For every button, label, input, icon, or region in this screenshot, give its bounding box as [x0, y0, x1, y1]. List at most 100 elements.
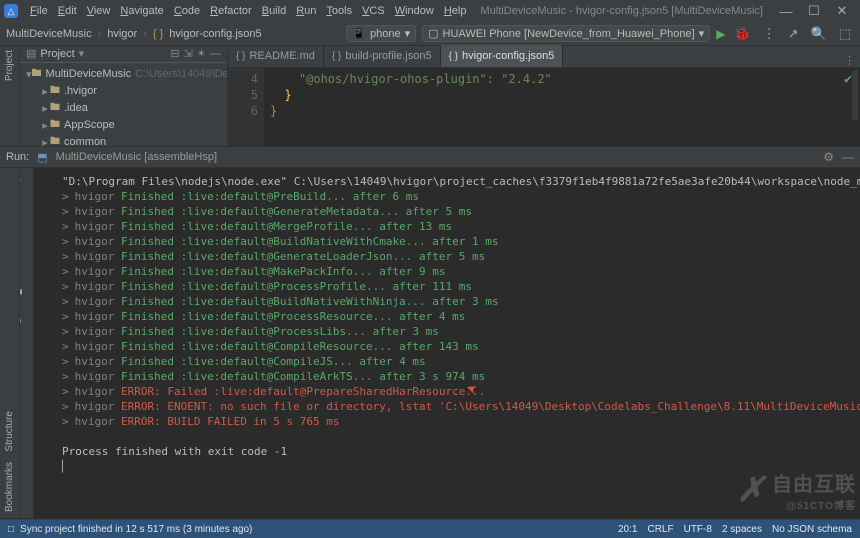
app-icon: △	[4, 4, 18, 18]
maximize-icon[interactable]: ☐	[800, 3, 828, 19]
project-panel-header: ▤ Project ▾ ⊟ ⇲ ✶ —	[20, 46, 227, 63]
editor-tab-label: build-profile.json5	[345, 50, 431, 62]
debug-button[interactable]: 🐞	[731, 26, 753, 42]
toolbar-icon[interactable]: ↗	[785, 26, 802, 42]
bookmarks-tool-tab[interactable]: Bookmarks	[4, 462, 15, 512]
tree-item-label: .hvigor	[64, 85, 97, 97]
sync-status-banner: □ Sync project finished in 12 s 517 ms (…	[0, 520, 860, 538]
more-tabs-icon[interactable]: ⋮	[839, 54, 860, 67]
left-tool-strip: Project	[0, 46, 20, 146]
menu-code[interactable]: Code	[169, 3, 205, 19]
project-tool-tab[interactable]: Project	[4, 50, 15, 81]
tree-item[interactable]: ▸🖿.idea	[20, 100, 227, 117]
console-line: >hvigor Finished :live:default@BuildNati…	[62, 234, 852, 249]
tree-arrow-icon[interactable]: ▸	[40, 102, 50, 115]
settings-icon[interactable]: ⬚	[836, 26, 854, 42]
chevron-down-icon: ▾	[405, 27, 411, 40]
close-icon[interactable]: ✕	[828, 3, 856, 19]
editor-tab[interactable]: { }README.md	[228, 45, 324, 67]
device-selector[interactable]: 📱 phone ▾	[346, 25, 416, 42]
status-segment[interactable]: UTF-8	[684, 524, 712, 535]
project-panel-title[interactable]: Project	[40, 48, 74, 60]
target-selector-label: HUAWEI Phone [NewDevice_from_Huawei_Phon…	[443, 28, 695, 40]
menu-window[interactable]: Window	[390, 3, 439, 19]
sync-status-text: Sync project finished in 12 s 517 ms (3 …	[20, 524, 252, 535]
project-tree[interactable]: ▾🖿MultiDeviceMusicC:\Users\14049\Desktop…	[20, 63, 227, 146]
console-line: >hvigor Finished :live:default@CompileRe…	[62, 339, 852, 354]
console-line: >hvigor Finished :live:default@PreBuild.…	[62, 189, 852, 204]
editor-tabs: { }README.md { } build-profile.json5 { }hvi…	[228, 46, 860, 68]
console-line: >hvigor ERROR: ENOENT: no such file or d…	[62, 399, 852, 414]
editor-tab[interactable]: { }hvigor-config.json5	[441, 45, 564, 67]
console-line: >hvigor Finished :live:default@GenerateM…	[62, 204, 852, 219]
structure-tool-tab[interactable]: Structure	[4, 411, 15, 452]
target-selector[interactable]: ▢ HUAWEI Phone [NewDevice_from_Huawei_Ph…	[422, 25, 710, 42]
folder-icon: 🖿	[50, 83, 60, 100]
breadcrumb-folder[interactable]: hvigor	[107, 28, 137, 40]
console-line: >hvigor Finished :live:default@GenerateL…	[62, 249, 852, 264]
minimize-icon[interactable]: —	[772, 4, 800, 19]
search-icon[interactable]: 🔍	[808, 26, 830, 42]
collapse-icon[interactable]: ⊟	[170, 47, 179, 60]
tree-item-label: MultiDeviceMusic	[46, 68, 132, 80]
editor-tab[interactable]: { } build-profile.json5	[324, 45, 441, 67]
console-output[interactable]: ➤ "D:\Program Files\nodejs\node.exe" C:\…	[54, 168, 860, 518]
menu-file[interactable]: File	[25, 3, 53, 19]
breadcrumb-root[interactable]: MultiDeviceMusic	[6, 28, 92, 40]
expand-icon[interactable]: ⇲	[184, 47, 193, 60]
tree-arrow-icon[interactable]: ▸	[40, 85, 50, 98]
menu-vcs[interactable]: VCS	[357, 3, 390, 19]
file-icon: { }	[449, 51, 458, 62]
settings-icon[interactable]: ✶	[197, 47, 206, 60]
console-line: ▏	[62, 459, 852, 474]
run-tool-window: Run: ⬒ MultiDeviceMusic [assembleHsp] ⚙ …	[0, 146, 860, 518]
project-view-icon: ▤	[26, 47, 36, 60]
console-line: >hvigor Finished :live:default@MakePackI…	[62, 264, 852, 279]
folder-icon: 🖿	[50, 117, 60, 134]
menu-refactor[interactable]: Refactor	[205, 3, 257, 19]
folder-icon: 🖿	[50, 100, 60, 117]
tree-item[interactable]: ▸🖿AppScope	[20, 117, 227, 134]
device-icon: ▢	[428, 27, 438, 40]
console-line: Process finished with exit code -1	[62, 444, 852, 459]
tree-item[interactable]: ▸🖿 .hvigor	[20, 83, 227, 100]
console-line: >hvigor ERROR: Failed :live:default@Prep…	[62, 384, 852, 399]
menu-build[interactable]: Build	[257, 3, 291, 19]
navigation-bar: MultiDeviceMusic › hvigor › { } hvigor-c…	[0, 22, 860, 46]
status-segment[interactable]: 20:1	[618, 524, 637, 535]
hide-panel-icon[interactable]: —	[842, 150, 854, 164]
tree-arrow-icon[interactable]: ▸	[40, 119, 50, 132]
menu-help[interactable]: Help	[439, 3, 472, 19]
menu-run[interactable]: Run	[291, 3, 321, 19]
code-content[interactable]: "@ohos/hvigor-ohos-plugin": "2.4.2" }}	[264, 68, 844, 146]
run-config-name[interactable]: MultiDeviceMusic [assembleHsp]	[56, 151, 217, 163]
device-selector-label: phone	[370, 28, 401, 40]
tree-item[interactable]: ▸🖿common	[20, 134, 227, 146]
run-config-icon: ⬒	[37, 151, 47, 164]
tree-item[interactable]: ▾🖿MultiDeviceMusicC:\Users\14049\Desktop…	[20, 66, 227, 83]
more-actions-icon[interactable]: ⋮	[760, 26, 779, 42]
chevron-down-icon[interactable]: ▾	[79, 47, 85, 60]
scrollbar[interactable]	[852, 70, 858, 120]
tree-arrow-icon[interactable]: ▸	[40, 136, 50, 146]
folder-icon: 🖿	[32, 66, 42, 83]
json-file-icon: { }	[153, 28, 163, 40]
menu-tools[interactable]: Tools	[321, 3, 357, 19]
file-icon: { }	[332, 51, 341, 62]
status-segment[interactable]: 2 spaces	[722, 524, 762, 535]
console-line: >hvigor Finished :live:default@CompileAr…	[62, 369, 852, 384]
breadcrumb-file[interactable]: hvigor-config.json5	[169, 28, 261, 40]
menu-view[interactable]: View	[82, 3, 116, 19]
settings-icon[interactable]: ⚙	[823, 150, 834, 164]
tree-item-hint: C:\Users\14049\Desktop\C	[135, 68, 227, 80]
status-segment[interactable]: No JSON schema	[772, 524, 852, 535]
editor-body[interactable]: 456 "@ohos/hvigor-ohos-plugin": "2.4.2" …	[228, 68, 860, 146]
hide-panel-icon[interactable]: —	[210, 48, 221, 60]
editor-gutter: 456	[228, 68, 264, 146]
menu-navigate[interactable]: Navigate	[115, 3, 168, 19]
run-button[interactable]: ▶	[716, 27, 725, 41]
status-segment[interactable]: CRLF	[647, 524, 673, 535]
console-line: >hvigor Finished :live:default@ProcessLi…	[62, 324, 852, 339]
menu-edit[interactable]: Edit	[53, 3, 82, 19]
editor-area: { }README.md { } build-profile.json5 { }hvi…	[228, 46, 860, 146]
